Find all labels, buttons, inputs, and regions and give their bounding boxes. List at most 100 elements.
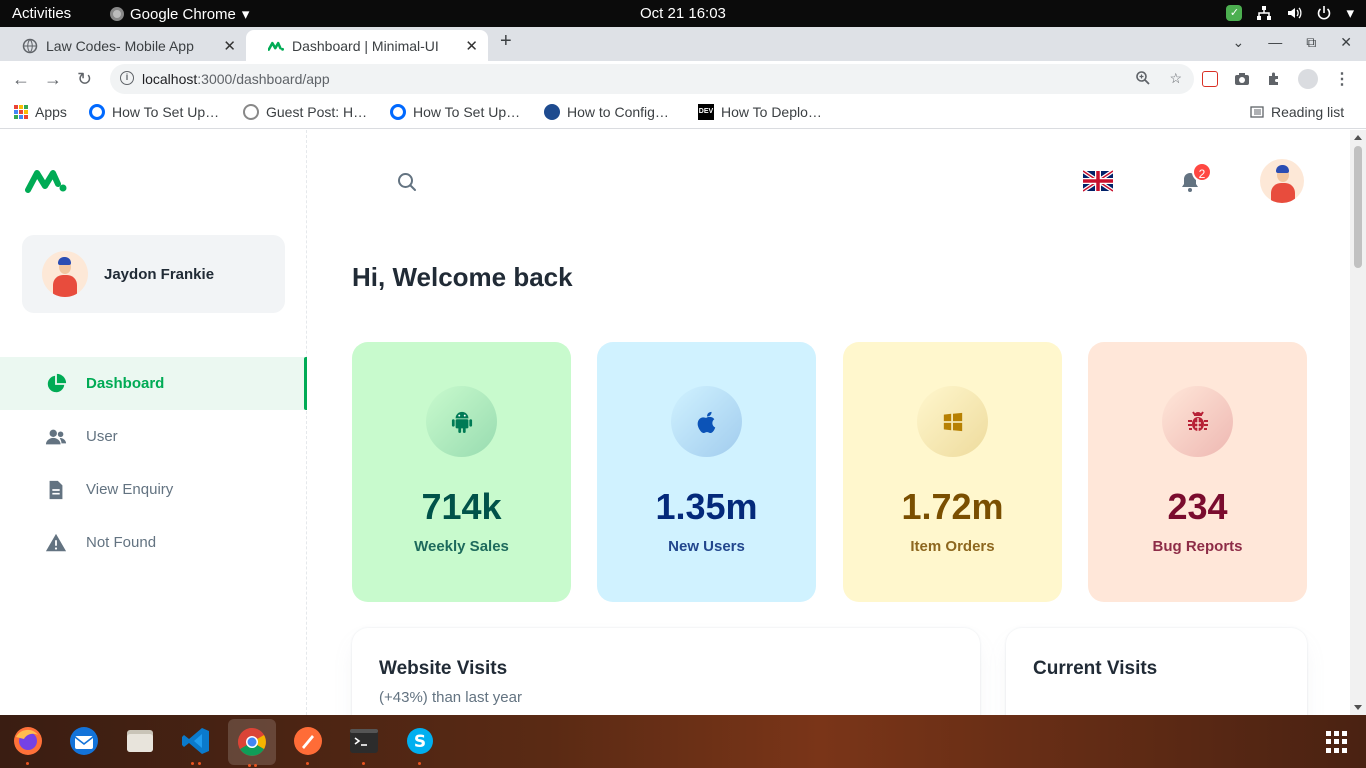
power-icon[interactable] [1316, 5, 1332, 21]
reload-icon[interactable]: ↻ [77, 69, 92, 90]
network-icon[interactable] [1256, 5, 1272, 21]
camera-extension-icon[interactable] [1234, 71, 1250, 87]
shield-check-icon[interactable]: ✓ [1226, 5, 1243, 21]
tab-search-icon[interactable]: ⌄ [1233, 34, 1245, 51]
website-visits-panel: Website Visits (+43%) than last year [352, 628, 980, 715]
apps-grid-icon [14, 105, 28, 119]
sidebar-nav: Dashboard User View Enquiry Not Found [0, 357, 307, 569]
windows-icon [917, 386, 988, 457]
tab-title: Law Codes- Mobile App [46, 37, 194, 54]
digitalocean-icon [89, 104, 105, 120]
tab-title: Dashboard | Minimal-UI [292, 37, 439, 54]
address-bar[interactable]: i localhost:3000/dashboard/app ☆ [110, 64, 1194, 94]
dev-to-icon: DEV [698, 104, 714, 120]
show-applications-icon[interactable] [1326, 731, 1348, 753]
bookmark-label: How To Set Up… [112, 104, 220, 120]
files-icon[interactable] [124, 725, 156, 757]
account-name: Jaydon Frankie [104, 265, 215, 283]
stat-value: 1.72m [901, 486, 1004, 527]
sidebar: Jaydon Frankie Dashboard User View Enqui… [0, 130, 307, 715]
sidebar-item-dashboard[interactable]: Dashboard [0, 357, 307, 410]
chevron-down-icon: ▾ [1346, 5, 1354, 22]
bookmarks-bar: Apps How To Set Up… Guest Post: H… How T… [0, 97, 1366, 129]
profile-icon[interactable] [1298, 69, 1318, 89]
extensions-puzzle-icon[interactable] [1266, 71, 1282, 87]
vscode-icon[interactable] [180, 725, 212, 765]
people-icon [44, 425, 68, 449]
running-indicator [198, 762, 201, 765]
page-title: Hi, Welcome back [352, 262, 573, 292]
shield-icon [544, 104, 560, 120]
scroll-up-arrow-icon[interactable] [1354, 135, 1362, 140]
uk-flag-icon[interactable] [1083, 170, 1113, 192]
app-menu-label: Google Chrome [130, 5, 236, 23]
close-icon[interactable]: ✕ [1340, 34, 1352, 51]
account-card[interactable]: Jaydon Frankie [22, 235, 285, 313]
scroll-down-arrow-icon[interactable] [1354, 705, 1362, 710]
postman-icon[interactable] [292, 725, 324, 765]
back-icon[interactable]: ← [12, 69, 30, 90]
stat-value: 234 [1167, 486, 1228, 527]
stat-label: Bug Reports [1152, 538, 1243, 555]
minimal-logo-icon[interactable] [24, 166, 68, 194]
stat-card-new-users: 1.35m New Users [597, 342, 816, 602]
stat-value: 1.35m [655, 486, 758, 527]
notification-badge: 2 [1192, 162, 1212, 182]
system-tray[interactable]: ✓ ▾ [1226, 4, 1354, 22]
bookmark-apps[interactable]: Apps [14, 104, 67, 120]
sidebar-item-not-found[interactable]: Not Found [0, 516, 307, 569]
scrollbar-thumb[interactable] [1354, 146, 1362, 268]
thunderbird-icon[interactable] [68, 725, 100, 757]
avatar[interactable] [1260, 159, 1304, 203]
calendar-extension-icon[interactable] [1202, 71, 1218, 87]
bookmark-star-icon[interactable]: ☆ [1169, 70, 1182, 87]
apple-icon [671, 386, 742, 457]
volume-icon[interactable] [1286, 5, 1302, 21]
running-indicator [306, 762, 309, 765]
restore-icon[interactable]: ⧉ [1306, 34, 1316, 51]
bookmark-item[interactable]: DEV How To Deplo… [698, 104, 822, 120]
minimize-icon[interactable]: — [1268, 34, 1282, 51]
bookmark-label: Apps [35, 104, 67, 120]
clock[interactable]: Oct 21 16:03 [640, 5, 726, 22]
info-icon[interactable]: i [120, 71, 134, 85]
page-scrollbar[interactable] [1350, 130, 1366, 715]
stat-value: 714k [421, 486, 502, 527]
bug-icon [1162, 386, 1233, 457]
tab-law-codes[interactable]: Law Codes- Mobile App ✕ [0, 30, 246, 61]
globe-icon [22, 38, 38, 54]
kebab-menu-icon[interactable]: ⋮ [1334, 69, 1350, 89]
sidebar-item-view-enquiry[interactable]: View Enquiry [0, 463, 307, 516]
reading-list-button[interactable]: Reading list [1250, 104, 1344, 120]
running-indicator [191, 762, 194, 765]
chrome-icon[interactable] [228, 719, 276, 767]
close-icon[interactable]: ✕ [223, 37, 236, 55]
skype-icon[interactable]: S [404, 725, 436, 765]
close-icon[interactable]: ✕ [465, 37, 478, 55]
stat-label: New Users [668, 538, 745, 555]
stat-label: Weekly Sales [414, 538, 509, 555]
stat-label: Item Orders [910, 538, 995, 555]
bookmark-item[interactable]: How to Config… [544, 104, 669, 120]
terminal-icon[interactable] [348, 725, 380, 765]
sidebar-item-label: Not Found [86, 534, 157, 551]
panel-title: Current Visits [1033, 658, 1158, 679]
firefox-icon[interactable] [12, 725, 44, 765]
app-menu[interactable]: Google Chrome ▾ [110, 5, 249, 23]
current-visits-panel: Current Visits [1006, 628, 1307, 715]
page-viewport: Jaydon Frankie Dashboard User View Enqui… [0, 130, 1366, 715]
bookmark-item[interactable]: How To Set Up… [390, 104, 520, 120]
url-text[interactable]: localhost:3000/dashboard/app [142, 71, 330, 87]
pie-chart-icon [44, 372, 68, 396]
sidebar-item-user[interactable]: User [0, 410, 307, 463]
search-icon[interactable] [396, 171, 418, 193]
zoom-icon[interactable] [1135, 70, 1151, 86]
window-controls: ⌄ — ⧉ ✕ [1233, 34, 1352, 51]
tab-dashboard[interactable]: Dashboard | Minimal-UI ✕ [246, 30, 488, 61]
new-tab-button[interactable]: + [500, 30, 512, 53]
activities-button[interactable]: Activities [12, 5, 71, 22]
stat-card-item-orders: 1.72m Item Orders [843, 342, 1062, 602]
forward-icon[interactable]: → [44, 69, 62, 90]
bookmark-item[interactable]: Guest Post: H… [243, 104, 367, 120]
bookmark-item[interactable]: How To Set Up… [89, 104, 219, 120]
